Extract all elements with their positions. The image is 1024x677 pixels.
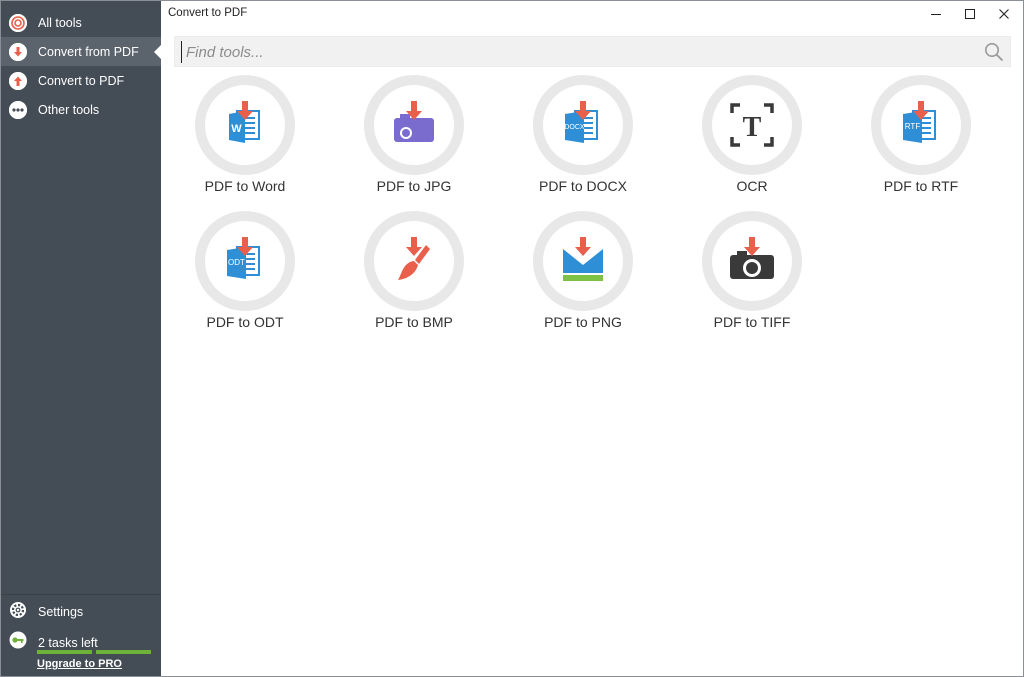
tool-icon-circle: ODT	[195, 211, 295, 311]
tiff-camera-icon	[730, 237, 774, 279]
close-icon	[999, 9, 1009, 19]
tool-pdf-to-word[interactable]: W PDF to Word	[175, 75, 315, 205]
key-icon	[9, 631, 27, 654]
sidebar-item-label: Convert from PDF	[38, 44, 139, 59]
upgrade-link[interactable]: Upgrade to PRO	[37, 658, 122, 670]
rtf-document-icon: RTF	[903, 101, 936, 143]
title-bar: Convert to PDF	[161, 1, 1023, 27]
tool-label: PDF to RTF	[883, 178, 959, 194]
search-icon[interactable]	[984, 42, 1004, 62]
progress-segment	[37, 650, 92, 654]
tool-badge: T	[743, 112, 762, 143]
search-input[interactable]	[181, 41, 971, 63]
sidebar-item-convert-to-pdf[interactable]: Convert to PDF	[1, 66, 161, 95]
tool-label: PDF to DOCX	[539, 178, 627, 194]
tool-icon-circle	[364, 75, 464, 175]
all-tools-icon	[9, 13, 27, 32]
tool-pdf-to-rtf[interactable]: RTF PDF to RTF	[851, 75, 991, 205]
tool-label: PDF to JPG	[376, 178, 452, 194]
tool-pdf-to-tiff[interactable]: PDF to TIFF	[682, 211, 822, 341]
tool-pdf-to-png[interactable]: PDF to PNG	[513, 211, 653, 341]
tasks-left-label: 2 tasks left	[38, 635, 98, 650]
tool-icon-circle	[533, 211, 633, 311]
maximize-button[interactable]	[953, 1, 987, 27]
sidebar-item-label: All tools	[38, 15, 82, 30]
tool-badge: W	[231, 123, 242, 135]
sidebar-item-other-tools[interactable]: Other tools	[1, 95, 161, 124]
tasks-progress-bar	[37, 650, 151, 654]
sidebar-nav: All tools Convert from PDF Convert to PD…	[1, 1, 161, 124]
tool-label: OCR	[736, 178, 768, 194]
tool-ocr[interactable]: T OCR	[682, 75, 822, 205]
settings-button[interactable]: Settings	[9, 601, 84, 624]
search-bar	[174, 36, 1011, 67]
ocr-text-scan-icon: T	[730, 103, 774, 147]
tool-label: PDF to TIFF	[713, 314, 791, 330]
tool-icon-circle	[702, 211, 802, 311]
convert-from-pdf-icon	[9, 42, 27, 61]
tool-pdf-to-jpg[interactable]: PDF to JPG	[344, 75, 484, 205]
tool-pdf-to-docx[interactable]: DOCX PDF to DOCX	[513, 75, 653, 205]
sidebar-item-label: Convert to PDF	[38, 73, 125, 88]
settings-label: Settings	[38, 605, 84, 619]
sidebar-item-convert-from-pdf[interactable]: Convert from PDF	[1, 37, 161, 66]
sidebar: All tools Convert from PDF Convert to PD…	[1, 1, 161, 676]
tool-icon-circle	[364, 211, 464, 311]
sidebar-item-label: Other tools	[38, 102, 100, 117]
tool-pdf-to-odt[interactable]: ODT PDF to ODT	[175, 211, 315, 341]
tool-label: PDF to ODT	[206, 314, 284, 330]
tool-badge: ODT	[228, 258, 245, 267]
tool-label: PDF to BMP	[375, 314, 453, 330]
jpg-camera-icon	[394, 101, 434, 142]
sidebar-item-all-tools[interactable]: All tools	[1, 8, 161, 37]
close-button[interactable]	[987, 1, 1021, 27]
maximize-icon	[965, 9, 975, 19]
tool-icon-circle: W	[195, 75, 295, 175]
png-image-icon	[563, 237, 603, 281]
tool-badge: DOCX	[564, 124, 585, 131]
minimize-button[interactable]	[919, 1, 953, 27]
tool-icon-circle: RTF	[871, 75, 971, 175]
more-icon	[9, 100, 27, 119]
app-window: All tools Convert from PDF Convert to PD…	[0, 0, 1024, 677]
tool-label: PDF to Word	[204, 178, 286, 194]
tool-icon-circle: DOCX	[533, 75, 633, 175]
gear-icon	[9, 601, 27, 624]
progress-segment	[96, 650, 151, 654]
tool-label: PDF to PNG	[544, 314, 622, 330]
minimize-icon	[931, 14, 941, 15]
window-title: Convert to PDF	[168, 7, 248, 19]
docx-document-icon: DOCX	[564, 101, 598, 143]
tool-badge: RTF	[905, 122, 921, 131]
bmp-paintbrush-icon	[398, 237, 430, 280]
tool-pdf-to-bmp[interactable]: PDF to BMP	[344, 211, 484, 341]
main-panel: Convert to PDF Find tools... W PDF to Wo…	[161, 1, 1023, 676]
tool-icon-circle: T	[702, 75, 802, 175]
word-document-icon: W	[229, 101, 260, 143]
odt-document-icon: ODT	[227, 237, 260, 279]
convert-to-pdf-icon	[9, 71, 27, 90]
sidebar-footer: Settings 2 tasks left Upgrade to PRO	[1, 594, 161, 676]
